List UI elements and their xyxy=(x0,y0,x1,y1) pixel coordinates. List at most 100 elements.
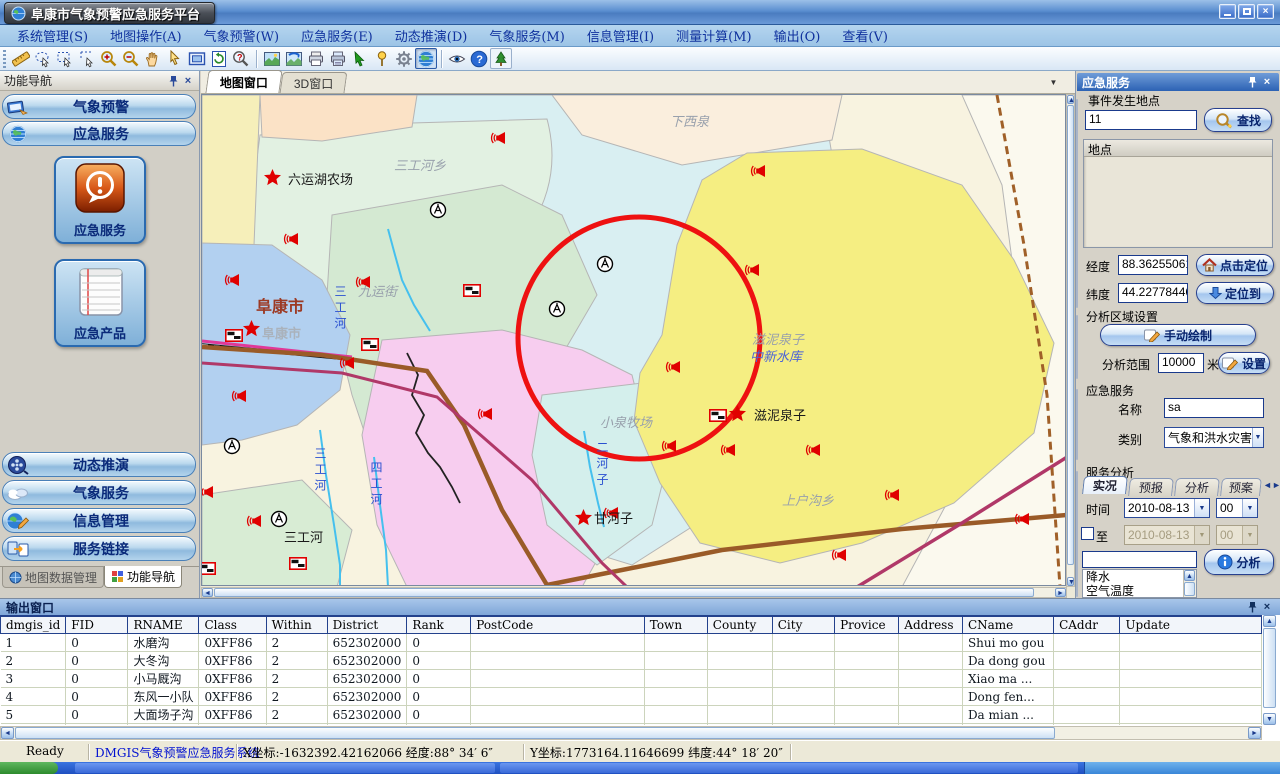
alarm-speaker-icon[interactable] xyxy=(226,274,239,286)
longitude-input[interactable]: 88.36255061 xyxy=(1118,255,1188,275)
select-lasso-icon[interactable] xyxy=(32,48,54,69)
pin-icon[interactable] xyxy=(1246,75,1260,89)
alarm-speaker-icon[interactable] xyxy=(248,515,261,527)
nav-bar-气象服务[interactable]: 气象服务 xyxy=(2,480,196,505)
map-image-icon[interactable] xyxy=(261,48,283,69)
column-header[interactable]: RNAME xyxy=(128,616,199,634)
zoom-in-icon[interactable] xyxy=(98,48,120,69)
hour2-combo[interactable]: 00▼ xyxy=(1216,525,1258,545)
big-button-应急产品[interactable]: 应急产品 xyxy=(54,259,146,347)
map-vscrollbar[interactable]: ▲ ▼ xyxy=(1066,94,1075,587)
tab-scroll-right-icon[interactable]: ► xyxy=(1272,480,1280,490)
identify-icon[interactable]: ? xyxy=(230,48,252,69)
alarm-speaker-icon[interactable] xyxy=(663,440,676,452)
pointer-icon[interactable] xyxy=(164,48,186,69)
measure-icon[interactable] xyxy=(10,48,32,69)
select-rect-icon[interactable] xyxy=(54,48,76,69)
menu-item[interactable]: 查看(V) xyxy=(831,24,899,47)
map-canvas[interactable]: 下西泉三工河乡六运湖农场九运街阜康市阜康市滋泥泉子中新水库滋泥泉子小泉牧场上户沟… xyxy=(201,94,1066,586)
star-city-icon[interactable] xyxy=(264,169,281,185)
locate-to-button[interactable]: 定位到 xyxy=(1196,282,1274,304)
eye-icon[interactable] xyxy=(446,48,468,69)
nav-bar-服务链接[interactable]: 服务链接 xyxy=(2,536,196,561)
analysis-range-input[interactable]: 10000 xyxy=(1158,353,1204,373)
table-row[interactable]: 10水磨沟0XFF8626523020000Shui mo gou xyxy=(1,634,1262,652)
hour-combo[interactable]: 00▼ xyxy=(1216,498,1258,518)
table-row[interactable]: 30小马厩沟0XFF8626523020000Xiao ma ... xyxy=(1,670,1262,688)
taskbar[interactable] xyxy=(0,762,1280,774)
element-list[interactable]: 降水空气温度 ▲ xyxy=(1082,569,1197,598)
star-city-icon[interactable] xyxy=(575,509,592,525)
flag-site-icon[interactable] xyxy=(710,410,726,421)
menu-item[interactable]: 气象服务(M) xyxy=(478,24,575,47)
alarm-speaker-icon[interactable] xyxy=(667,361,680,373)
column-header[interactable]: Within xyxy=(266,616,327,634)
poi-pin-icon[interactable] xyxy=(371,48,393,69)
service-name-input[interactable]: sa xyxy=(1164,398,1264,418)
column-header[interactable]: CAddr xyxy=(1054,616,1120,634)
tab-scroll-left-icon[interactable]: ◄ xyxy=(1263,480,1272,490)
antenna-station-icon[interactable] xyxy=(550,302,565,317)
column-header[interactable]: Class xyxy=(199,616,266,634)
map-tab-dropdown-icon[interactable]: ▼ xyxy=(1046,76,1061,90)
antenna-station-icon[interactable] xyxy=(272,512,287,527)
alarm-speaker-icon[interactable] xyxy=(285,233,298,245)
table-row[interactable]: 20大冬沟0XFF8626523020000Da dong gou xyxy=(1,652,1262,670)
output-hscrollbar[interactable]: ◄ ► xyxy=(0,726,1262,740)
alarm-speaker-icon[interactable] xyxy=(341,357,354,369)
toolbar-grip[interactable] xyxy=(3,50,6,68)
nav-bar-动态推演[interactable]: 动态推演 xyxy=(2,452,196,477)
menu-item[interactable]: 应急服务(E) xyxy=(290,24,384,47)
alarm-speaker-icon[interactable] xyxy=(357,276,370,288)
alarm-speaker-icon[interactable] xyxy=(807,444,820,456)
tab-analysis[interactable]: 分析 xyxy=(1174,478,1220,496)
alarm-speaker-icon[interactable] xyxy=(886,489,899,501)
print-icon[interactable] xyxy=(305,48,327,69)
pin-icon[interactable] xyxy=(167,74,181,88)
tree-icon[interactable] xyxy=(490,48,512,69)
date-combo[interactable]: 2010-08-13▼ xyxy=(1124,498,1210,518)
gear-icon[interactable] xyxy=(393,48,415,69)
column-header[interactable]: dmgis_id xyxy=(1,616,66,634)
alarm-speaker-icon[interactable] xyxy=(752,165,765,177)
full-extent-icon[interactable] xyxy=(186,48,208,69)
globe-icon[interactable] xyxy=(415,48,437,69)
title-bar[interactable]: 阜康市气象预警应急服务平台 × xyxy=(0,0,1280,25)
close-panel-icon[interactable]: × xyxy=(181,74,195,88)
antenna-station-icon[interactable] xyxy=(225,439,240,454)
green-arrow-icon[interactable] xyxy=(349,48,371,69)
analysis-param-input[interactable] xyxy=(1082,551,1197,568)
column-header[interactable]: PostCode xyxy=(471,616,645,634)
plot-icon[interactable] xyxy=(327,48,349,69)
minimize-button[interactable] xyxy=(1219,4,1236,19)
scroll-up-icon[interactable]: ▲ xyxy=(1184,570,1195,581)
nav-bar-气象预警[interactable]: 气象预警 xyxy=(2,94,196,119)
taskbar-task[interactable] xyxy=(500,763,1078,773)
manual-draw-button[interactable]: 手动绘制 xyxy=(1100,324,1256,346)
column-header[interactable]: Address xyxy=(899,616,963,634)
column-header[interactable]: Update xyxy=(1120,616,1262,634)
column-header[interactable]: Provice xyxy=(835,616,899,634)
column-header[interactable]: City xyxy=(772,616,834,634)
tab-forecast[interactable]: 预报 xyxy=(1128,478,1174,496)
refresh-icon[interactable] xyxy=(208,48,230,69)
menu-item[interactable]: 系统管理(S) xyxy=(6,24,99,47)
alarm-speaker-icon[interactable] xyxy=(202,486,213,498)
table-row[interactable]: 50大面场子沟0XFF8626523020000Da mian ... xyxy=(1,706,1262,724)
alarm-speaker-icon[interactable] xyxy=(479,408,492,420)
flag-site-icon[interactable] xyxy=(290,558,306,569)
alarm-speaker-icon[interactable] xyxy=(833,549,846,561)
column-header[interactable]: Rank xyxy=(407,616,471,634)
to-time-checkbox[interactable] xyxy=(1081,527,1094,540)
flag-site-icon[interactable] xyxy=(464,285,480,296)
nav-bar-信息管理[interactable]: 信息管理 xyxy=(2,508,196,533)
flag-site-icon[interactable] xyxy=(226,330,242,341)
alarm-speaker-icon[interactable] xyxy=(492,132,505,144)
menu-item[interactable]: 气象预警(W) xyxy=(193,24,291,47)
set-range-button[interactable]: 设置 xyxy=(1218,352,1270,374)
alarm-speaker-icon[interactable] xyxy=(746,264,759,276)
scene-image-icon[interactable] xyxy=(283,48,305,69)
tab-live[interactable]: 实况 xyxy=(1082,476,1128,494)
select-arrow-icon[interactable] xyxy=(76,48,98,69)
tab-plan[interactable]: 预案 xyxy=(1220,478,1262,496)
